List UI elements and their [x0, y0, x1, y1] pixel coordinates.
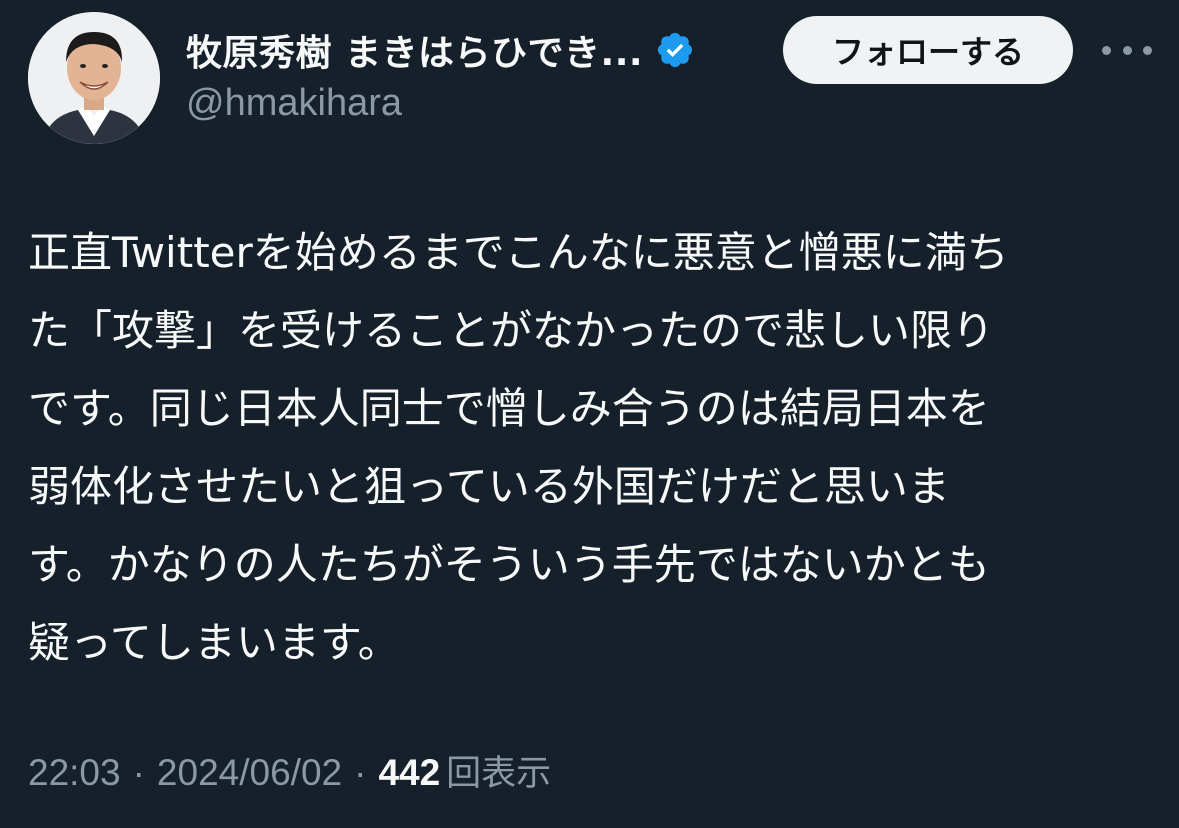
tweet-card: 牧原秀樹 まきはらひでき... @hmakihara フォローする 正直Twit…	[0, 0, 1179, 828]
tweet-text-line: す。かなりの人たちがそういう手先ではないかとも	[28, 540, 990, 589]
views-count[interactable]: 442	[378, 752, 440, 794]
tweet-text-line: 正直Twitterを始めるまでこんなに悪意と憎悪に満ち	[28, 228, 1009, 277]
views-label: 回表示	[446, 754, 552, 794]
author-handle[interactable]: @hmakihara	[186, 82, 402, 125]
author-name-row: 牧原秀樹 まきはらひでき...	[186, 22, 695, 78]
tweet-text-line: です。同じ日本人同士で憎しみ合うのは結局日本を	[28, 384, 990, 433]
tweet-text-line: 弱体化させたいと狙っている外国だけだと思いま	[28, 462, 950, 511]
more-options-icon[interactable]	[1102, 30, 1152, 70]
tweet-time[interactable]: 22:03	[28, 752, 121, 794]
verified-badge-icon[interactable]	[655, 30, 695, 70]
follow-button[interactable]: フォローする	[783, 16, 1073, 84]
author-display-name[interactable]: 牧原秀樹 まきはらひでき...	[186, 24, 643, 76]
more-dot	[1143, 45, 1152, 55]
tweet-text-line: 疑ってしまいます。	[28, 618, 400, 667]
tweet-date[interactable]: 2024/06/02	[157, 752, 342, 794]
more-dot	[1122, 45, 1132, 55]
tweet-meta: 22:03 · 2024/06/02 · 442 回表示	[28, 745, 551, 796]
more-dot	[1102, 45, 1111, 55]
avatar[interactable]	[28, 12, 160, 144]
tweet-text-line: た「攻撃」を受けることがなかったので悲しい限り	[28, 306, 995, 355]
tweet-text: 正直Twitterを始めるまでこんなに悪意と憎悪に満ち た「攻撃」を受けることが…	[28, 214, 1158, 682]
meta-separator: ·	[354, 752, 367, 793]
meta-separator: ·	[132, 752, 145, 793]
avatar-photo	[28, 12, 160, 144]
